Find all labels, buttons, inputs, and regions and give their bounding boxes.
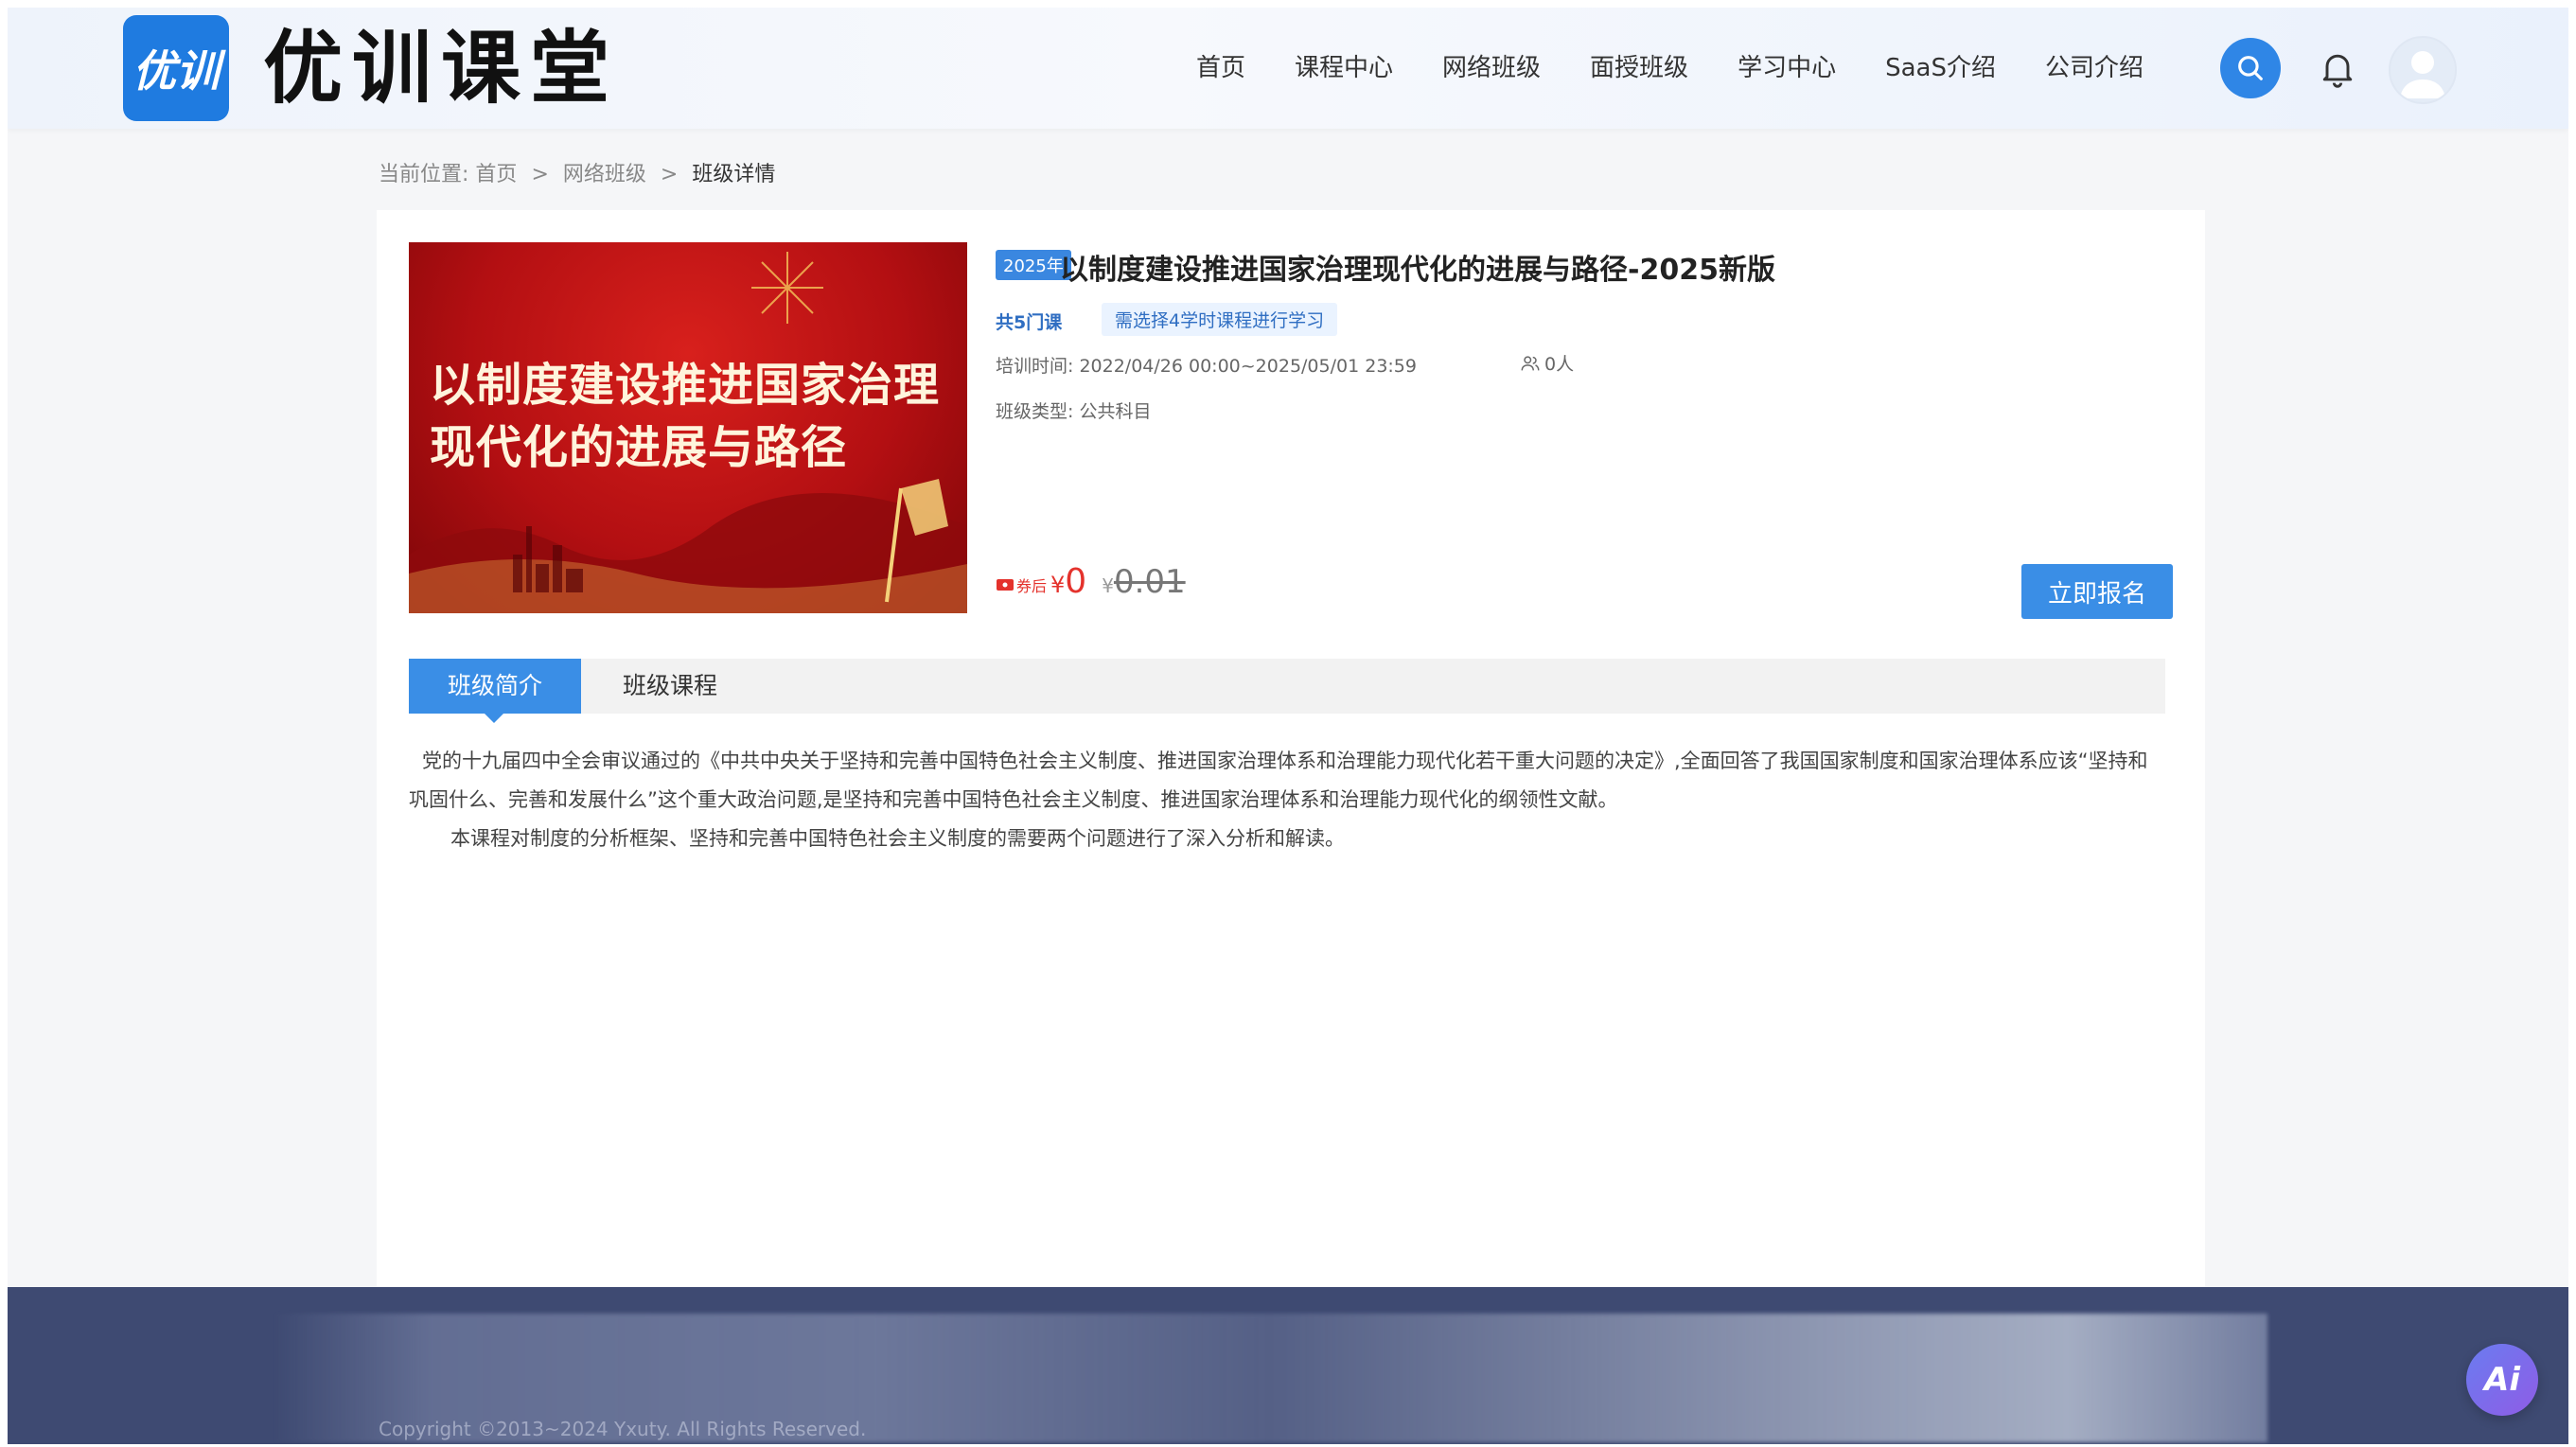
training-time-label: 培训时间: [996, 356, 1074, 377]
enrolled-count: 0人 [1520, 350, 1574, 376]
page-frame: 优训 优训课堂 首页 课程中心 网络班级 面授班级 学习中心 SaaS介绍 公司… [8, 8, 2568, 1444]
footer-copyright: Copyright ©2013~2024 Yxuty. All Rights R… [379, 1418, 867, 1440]
class-type: 班级类型: 公共科目 [996, 397, 1151, 423]
page-footer: Copyright ©2013~2024 Yxuty. All Rights R… [8, 1287, 2568, 1444]
class-detail-card: 以制度建设推进国家治理现代化的进展与路径 2025年 以制度建设推进国家治理现代… [377, 210, 2205, 1298]
active-tab-caret [485, 714, 503, 723]
coupon-icon [997, 579, 1014, 591]
breadcrumb-home[interactable]: 首页 [475, 163, 517, 186]
nav-item-company[interactable]: 公司介绍 [2045, 42, 2144, 95]
nav-item-course-center[interactable]: 课程中心 [1295, 42, 1393, 95]
nav-item-online-class[interactable]: 网络班级 [1442, 42, 1541, 95]
class-cover-image: 以制度建设推进国家治理现代化的进展与路径 [409, 242, 967, 613]
tab-class-intro-label: 班级简介 [447, 672, 542, 699]
nav-item-offline-class[interactable]: 面授班级 [1590, 42, 1688, 95]
enrolled-value: 0人 [1544, 354, 1575, 375]
currency-symbol: ¥ [1050, 572, 1066, 598]
class-title: 以制度建设推进国家治理现代化的进展与路径-2025新版 [1060, 254, 1775, 287]
cover-title-text: 以制度建设推进国家治理现代化的进展与路径 [430, 359, 941, 474]
breadcrumb-separator: > [660, 163, 679, 186]
course-count: 共5门课 [996, 312, 1063, 333]
description-paragraph: 本课程对制度的分析框架、坚持和完善中国特色社会主义制度的需要两个问题进行了深入分… [450, 827, 1345, 850]
enroll-button[interactable]: 立即报名 [2021, 564, 2173, 619]
ai-assistant-button[interactable]: Ai [2466, 1344, 2538, 1416]
currency-symbol-old: ¥ [1102, 574, 1114, 597]
price-area: 券后 ¥ 0 ¥ 0.01 [996, 562, 1186, 601]
requirement-tag: 需选择4学时课程进行学习 [1102, 303, 1338, 336]
notification-button[interactable] [2317, 47, 2358, 89]
class-type-label: 班级类型: [996, 401, 1074, 422]
main-nav: 首页 课程中心 网络班级 面授班级 学习中心 SaaS介绍 公司介绍 [1196, 42, 2193, 95]
breadcrumb-current: 班级详情 [692, 163, 776, 186]
logo-text[interactable]: 优训课堂 [263, 21, 619, 115]
class-description: 党的十九届四中全会审议通过的《中共中央关于坚持和完善中国特色社会主义制度、推进国… [409, 742, 2165, 858]
people-icon [1521, 355, 1540, 370]
price-original: 0.01 [1113, 563, 1186, 601]
price-current: 0 [1065, 562, 1087, 601]
user-icon [2400, 51, 2445, 98]
nav-item-learning-center[interactable]: 学习中心 [1738, 42, 1836, 95]
breadcrumb: 当前位置: 首页 > 网络班级 > 班级详情 [379, 157, 775, 187]
class-type-value: 公共科目 [1079, 401, 1152, 422]
coupon-label: 券后 [1016, 577, 1048, 595]
tab-class-courses[interactable]: 班级课程 [623, 659, 717, 714]
top-header: 优训 优训课堂 首页 课程中心 网络班级 面授班级 学习中心 SaaS介绍 公司… [8, 8, 2568, 129]
training-time-value: 2022/04/26 00:00~2025/05/01 23:59 [1079, 356, 1417, 377]
nav-item-home[interactable]: 首页 [1196, 42, 1245, 95]
search-button[interactable] [2220, 38, 2281, 98]
tab-bar: 班级简介 班级课程 [409, 659, 2165, 723]
logo-mark[interactable]: 优训 [123, 15, 229, 121]
tab-class-intro[interactable]: 班级简介 [409, 659, 581, 723]
description-paragraph: 党的十九届四中全会审议通过的《中共中央关于坚持和完善中国特色社会主义制度、推进国… [409, 750, 2148, 811]
breadcrumb-separator: > [531, 163, 549, 186]
training-time: 培训时间: 2022/04/26 00:00~2025/05/01 23:59 [996, 352, 1417, 378]
breadcrumb-online-class[interactable]: 网络班级 [563, 163, 646, 186]
search-icon [2238, 56, 2263, 80]
breadcrumb-prefix: 当前位置: [379, 163, 469, 186]
coupon-tag: 券后 [996, 574, 1047, 596]
bell-icon [2322, 54, 2353, 88]
nav-item-saas[interactable]: SaaS介绍 [1885, 42, 1996, 95]
user-avatar[interactable] [2389, 36, 2457, 104]
